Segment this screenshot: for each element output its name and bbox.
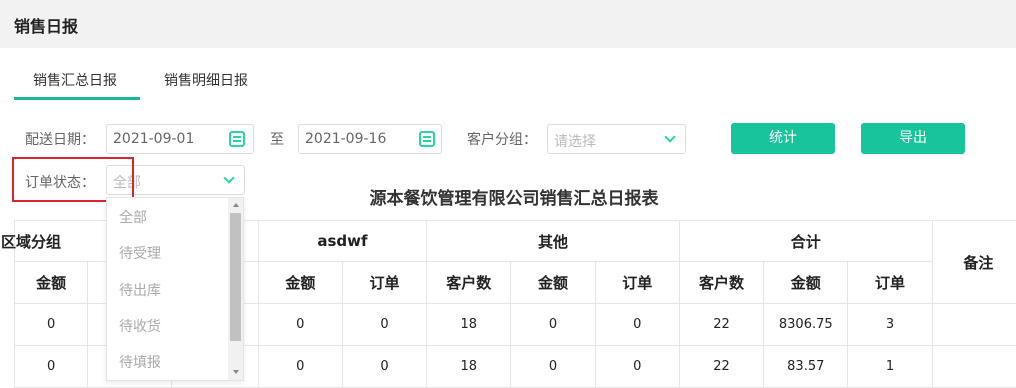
table-cell: 0 <box>341 303 428 346</box>
column-header: 订单 <box>594 261 680 304</box>
table-cell: 0 <box>13 345 89 388</box>
page-header: 销售日报 <box>0 0 1016 48</box>
date-to-value: 2021-09-16 <box>305 131 387 147</box>
table-cell: 1 <box>847 345 933 388</box>
column-header: 订单 <box>847 261 933 304</box>
table-cell: 0 <box>594 345 680 388</box>
order-status-dropdown[interactable]: 全部 待受理 待出库 待收货 待填报 <box>106 197 244 381</box>
calendar-icon[interactable] <box>419 131 435 147</box>
table-cell: 22 <box>678 303 765 346</box>
table-cell: 18 <box>426 345 512 388</box>
dropdown-option-pending-accept[interactable]: 待受理 <box>119 243 161 263</box>
stat-button[interactable]: 统计 <box>731 123 835 154</box>
customer-group-select[interactable]: 请选择 <box>547 124 686 154</box>
page-title: 销售日报 <box>14 17 79 36</box>
date-to-input[interactable]: 2021-09-16 <box>298 124 442 154</box>
scrollbar-thumb[interactable] <box>230 213 241 341</box>
to-label: 至 <box>270 132 284 148</box>
dropdown-option-pending-receipt[interactable]: 待收货 <box>119 316 161 336</box>
table-cell: 3 <box>847 303 933 346</box>
column-header: 订单 <box>341 261 428 304</box>
column-header: 金额 <box>13 261 89 304</box>
calendar-icon[interactable] <box>229 131 245 147</box>
export-button[interactable]: 导出 <box>861 123 965 154</box>
dropdown-option-all[interactable]: 全部 <box>119 207 147 227</box>
table-cell: 0 <box>257 345 343 388</box>
table-cell: 83.57 <box>763 345 849 388</box>
table-cell: 0 <box>13 303 89 346</box>
table-cell: 0 <box>594 303 680 346</box>
tab-summary-report[interactable]: 销售汇总日报 <box>33 70 117 90</box>
column-header: 客户数 <box>426 261 512 304</box>
table-cell: 0 <box>257 303 343 346</box>
column-header: 客户数 <box>678 261 765 304</box>
remark-header: 备注 <box>931 220 1016 304</box>
tab-detail-report[interactable]: 销售明细日报 <box>164 70 248 90</box>
column-header: 金额 <box>257 261 343 304</box>
column-header: 金额 <box>763 261 849 304</box>
table-cell <box>931 345 1016 388</box>
active-tab-indicator <box>14 97 140 100</box>
date-from-value: 2021-09-01 <box>113 131 195 147</box>
other-group-header: 其他 <box>426 220 680 262</box>
table-cell: 22 <box>678 345 765 388</box>
scroll-up-icon[interactable] <box>233 203 239 207</box>
asdwf-group-header: asdwf <box>257 220 428 262</box>
dropdown-option-pending-outbound[interactable]: 待出库 <box>119 280 161 300</box>
scroll-down-icon[interactable] <box>233 370 239 374</box>
dropdown-option-pending-report[interactable]: 待填报 <box>119 352 161 372</box>
column-header: 金额 <box>510 261 596 304</box>
table-cell: 0 <box>510 303 596 346</box>
date-from-input[interactable]: 2021-09-01 <box>106 124 254 154</box>
chevron-down-icon <box>223 172 235 184</box>
table-cell: 8306.75 <box>763 303 849 346</box>
table-cell: 18 <box>426 303 512 346</box>
table-cell: 0 <box>341 345 428 388</box>
customer-group-placeholder: 请选择 <box>554 134 596 150</box>
chevron-down-icon <box>664 131 676 143</box>
customer-group-label: 客户分组： <box>467 132 537 148</box>
total-group-header: 合计 <box>678 220 933 262</box>
dropdown-scrollbar[interactable] <box>228 198 243 380</box>
table-cell <box>931 303 1016 346</box>
table-cell: 0 <box>510 345 596 388</box>
delivery-date-label: 配送日期： <box>25 132 95 148</box>
